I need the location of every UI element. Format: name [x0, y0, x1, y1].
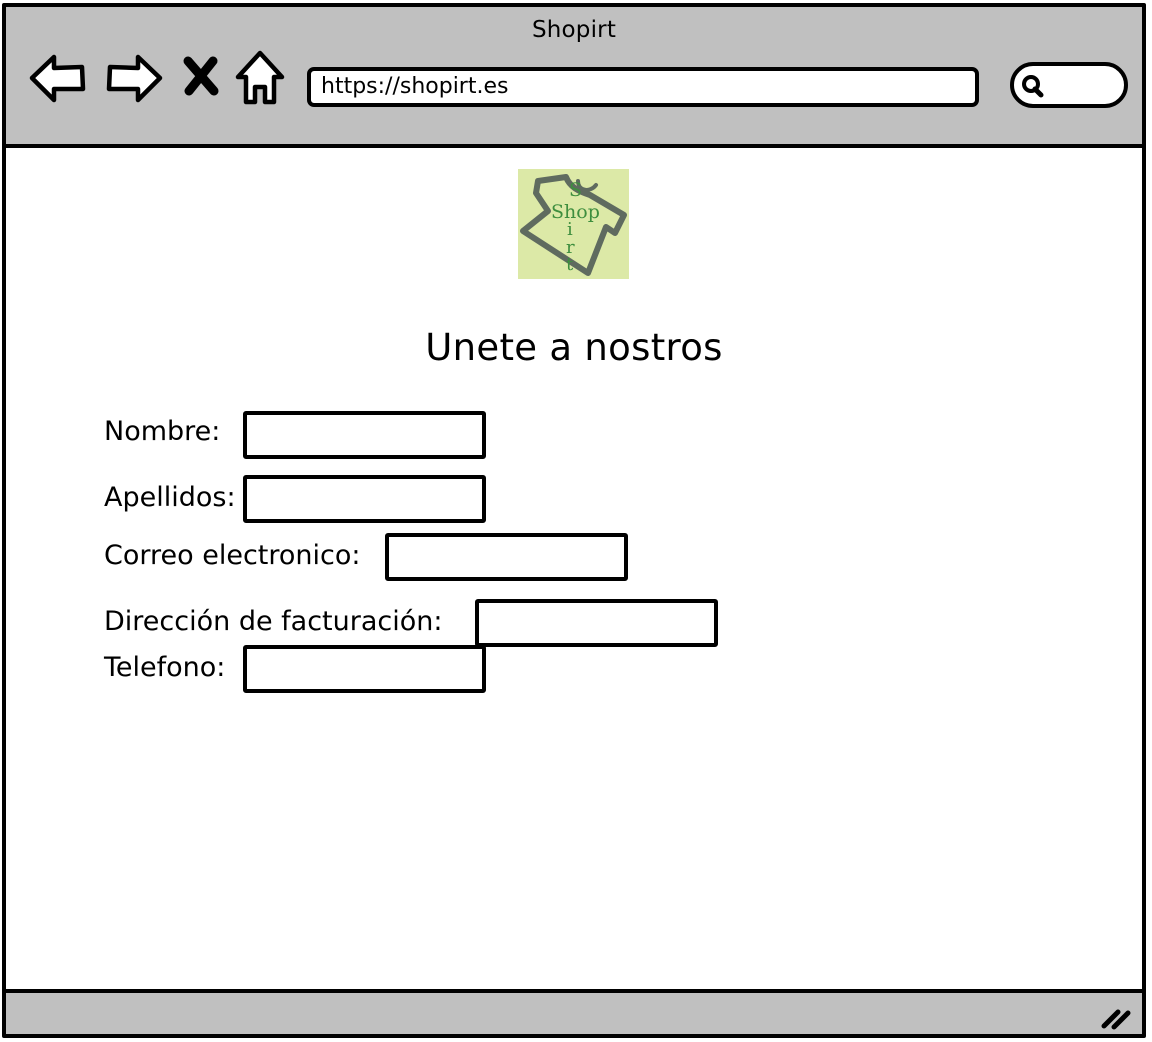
search-box[interactable]	[1010, 62, 1128, 108]
logo-text-shop: Shop	[551, 201, 600, 223]
apellidos-label: Apellidos:	[104, 482, 236, 513]
home-icon[interactable]	[232, 47, 288, 109]
page-title: Unete a nostros	[425, 326, 723, 369]
logo-letter-s: S	[569, 179, 582, 201]
window-title: Shopirt	[531, 17, 617, 43]
page-content: S Shop i r t Unete a nostros Nombre: Ape…	[6, 148, 1142, 993]
resize-grip-icon[interactable]	[1098, 1000, 1132, 1030]
back-arrow-icon[interactable]	[28, 47, 90, 109]
nombre-label: Nombre:	[104, 416, 221, 447]
nombre-field[interactable]	[243, 411, 486, 459]
logo-letter-t: t	[566, 254, 574, 275]
shopirt-logo: S Shop i r t	[518, 169, 629, 279]
telefono-label: Telefono:	[104, 652, 226, 683]
billing-address-field[interactable]	[475, 599, 718, 647]
status-bar	[6, 989, 1142, 1034]
email-field[interactable]	[385, 533, 628, 581]
correo-electronico-label: Correo electronico:	[104, 540, 361, 571]
close-x-icon[interactable]	[176, 47, 226, 109]
browser-window: Shopirt https://shopirt.es S Shop i r t …	[2, 3, 1146, 1038]
browser-toolbar: Shopirt https://shopirt.es	[6, 7, 1142, 148]
apellidos-field[interactable]	[243, 475, 486, 523]
forward-arrow-icon[interactable]	[102, 47, 164, 109]
search-icon	[1019, 71, 1049, 101]
phone-field[interactable]	[243, 645, 486, 693]
direccion-facturacion-label: Dirección de facturación:	[104, 606, 443, 637]
address-bar[interactable]: https://shopirt.es	[307, 67, 979, 107]
